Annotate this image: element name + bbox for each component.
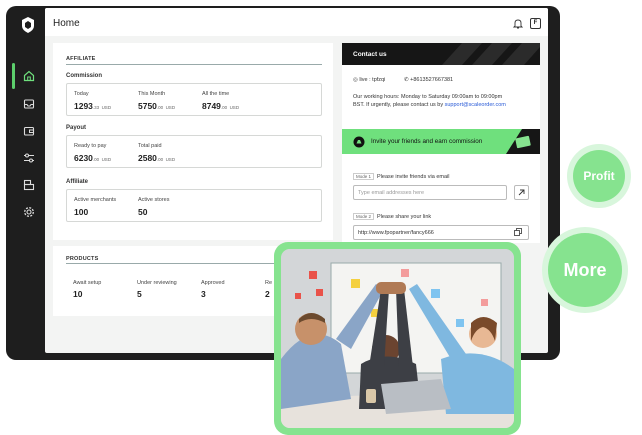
affiliate-stats-title: Affiliate [66, 179, 89, 185]
send-invite-button[interactable] [514, 185, 529, 200]
sidebar [6, 8, 45, 353]
affiliate-panel: AFFILIATE Commission Today 1293.33 USD T… [53, 43, 333, 240]
copy-icon[interactable] [514, 228, 522, 236]
payout-ready-value: 6230.00 USD [74, 153, 112, 163]
merchants-value: 100 [74, 207, 89, 217]
product-rejected-label: Re [265, 280, 273, 286]
invite-icon [353, 136, 365, 148]
stores-value: 50 [138, 207, 148, 217]
payout-card: Ready to pay 6230.00 USD Total paid 2580… [66, 135, 322, 168]
sliders-icon[interactable] [23, 152, 35, 164]
merchants-label: Active merchants [74, 197, 117, 203]
bell-icon[interactable] [513, 18, 523, 29]
invite-banner: Invite your friends and earn commission [342, 129, 540, 154]
mode2-label: Mode 2 Please share your link [353, 213, 431, 220]
payout-total-value: 2580.00 USD [138, 153, 176, 163]
support-email-link[interactable]: support@scaleorder.com [445, 102, 506, 108]
product-approved-label: Approved [201, 280, 225, 286]
affiliate-stats-card: Active merchants 100 Active stores 50 [66, 189, 322, 222]
commission-alltime-value: 8749.00 USD [202, 101, 240, 111]
gear-icon[interactable] [23, 206, 35, 218]
product-rejected-value: 2 [265, 289, 270, 299]
affiliate-section-title: AFFILIATE [66, 56, 96, 62]
team-photo [281, 249, 514, 428]
commission-title: Commission [66, 73, 103, 79]
contact-phone: ✆ +8613527667381 [404, 77, 454, 83]
contact-header: Contact us [342, 43, 540, 65]
inbox-icon[interactable] [23, 98, 35, 110]
store-icon[interactable] [23, 179, 35, 191]
profile-button[interactable]: F [530, 18, 541, 29]
commission-month-value: 5750.00 USD [138, 101, 176, 111]
contact-panel: Contact us ◎ live : tpfzqi ✆ +8613527667… [342, 43, 540, 243]
commission-today-value: 1293.33 USD [74, 101, 112, 111]
contact-urgent: BST. If urgently, please contact us by s… [353, 102, 506, 108]
page-title: Home [53, 18, 80, 29]
logo-icon [22, 17, 34, 33]
more-bubble: More [548, 233, 622, 307]
invite-title: Invite your friends and earn commission [371, 138, 483, 145]
contact-title: Contact us [353, 51, 387, 58]
products-section-title: PRODUCTS [66, 256, 99, 262]
arrow-up-right-icon [518, 189, 525, 196]
commission-card: Today 1293.33 USD This Month 5750.00 USD… [66, 83, 322, 116]
stores-label: Active stores [138, 197, 170, 203]
product-reviewing-value: 5 [137, 289, 142, 299]
top-bar: Home F [45, 8, 548, 36]
home-icon[interactable] [23, 70, 35, 82]
commission-month-label: This Month [138, 91, 166, 97]
product-await-value: 10 [73, 289, 83, 299]
payout-ready-label: Ready to pay [74, 143, 107, 149]
commission-alltime-label: All the time [202, 91, 230, 97]
divider [66, 64, 322, 65]
product-approved-value: 3 [201, 289, 206, 299]
team-high-five-illustration [281, 249, 514, 428]
contact-hours: Our working hours: Monday to Saturday 09… [353, 94, 503, 100]
team-photo-frame [274, 242, 521, 435]
payout-total-label: Total paid [138, 143, 162, 149]
payout-title: Payout [66, 125, 87, 131]
share-link-field[interactable]: http://www.fpopartner/fancy666 [353, 225, 529, 240]
mode1-label: Mode 1 Please invite friends via email [353, 173, 449, 180]
contact-live: ◎ live : tpfzqi [353, 77, 386, 83]
product-reviewing-label: Under reviewing [137, 280, 177, 286]
wallet-icon[interactable] [23, 125, 35, 137]
email-input[interactable]: Type email addresses here [353, 185, 507, 200]
commission-today-label: Today [74, 91, 89, 97]
profit-bubble: Profit [573, 150, 625, 202]
nav-active-indicator [12, 63, 15, 89]
product-await-label: Await setup [73, 280, 102, 286]
gift-card-icon [506, 129, 540, 154]
